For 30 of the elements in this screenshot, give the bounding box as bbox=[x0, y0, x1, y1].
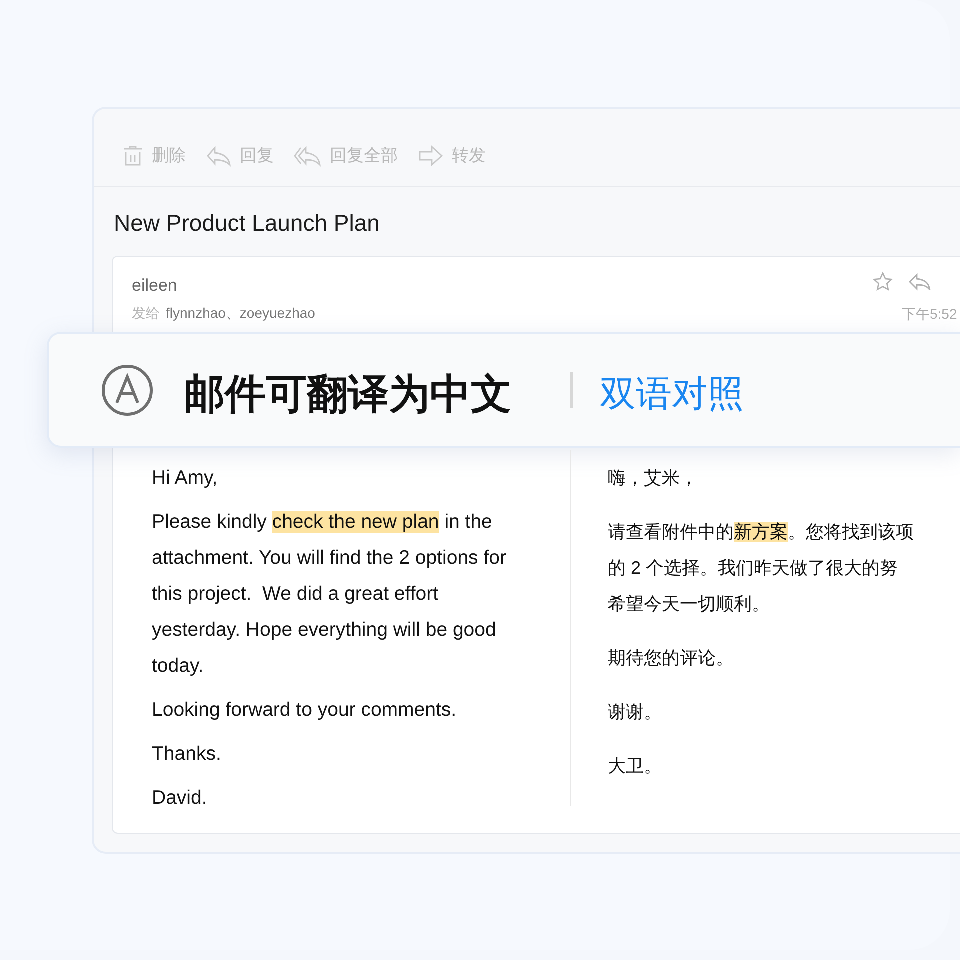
text-line: 请查看附件中的新方案。您将找到该项 bbox=[608, 521, 915, 544]
closing: 谢谢。 bbox=[608, 701, 663, 724]
forward-icon bbox=[418, 145, 444, 167]
text-line: 的 2 个选择。我们昨天做了很大的努 bbox=[608, 557, 900, 580]
paragraph: Looking forward to your comments. bbox=[152, 698, 458, 723]
recipients: flynnzhao、zoeyuezhao bbox=[166, 304, 316, 323]
sent-time: 下午5:52 bbox=[902, 305, 958, 324]
signature: 大卫。 bbox=[608, 755, 663, 778]
sender-name: eileen bbox=[132, 275, 178, 297]
star-icon[interactable] bbox=[872, 271, 894, 293]
email-subject: New Product Launch Plan bbox=[114, 209, 380, 238]
toolbar-button[interactable]: 删除 bbox=[122, 140, 186, 172]
paragraph: 期待您的评论。 bbox=[608, 647, 735, 670]
greeting: Hi Amy, bbox=[152, 466, 219, 491]
greeting: 嗨，艾米， bbox=[608, 467, 699, 490]
toolbar-button[interactable]: 转发 bbox=[418, 140, 486, 172]
reply-all-icon bbox=[294, 145, 322, 167]
trash-icon bbox=[122, 145, 144, 167]
toolbar-button[interactable]: 回复 bbox=[206, 140, 274, 172]
closing: Thanks. bbox=[152, 742, 222, 767]
toolbar-button[interactable]: 回复全部 bbox=[294, 140, 398, 172]
translation-notice: 邮件可翻译为中文 bbox=[184, 369, 512, 420]
letter-a-circle-icon bbox=[101, 364, 154, 417]
reply-icon[interactable] bbox=[908, 271, 932, 293]
paragraph: Please kindly check the new plan in the attachment. You will find the 2 options for this project. We did a great effort yesterday. Hope everything will be good today. bbox=[152, 510, 508, 679]
bilingual-link[interactable]: 双语对照 bbox=[600, 368, 744, 422]
recipients-label: 发给 bbox=[132, 304, 160, 323]
reply-icon bbox=[206, 145, 232, 167]
signature: David. bbox=[152, 786, 208, 811]
text-line: 希望今天一切顺利。 bbox=[608, 593, 771, 616]
